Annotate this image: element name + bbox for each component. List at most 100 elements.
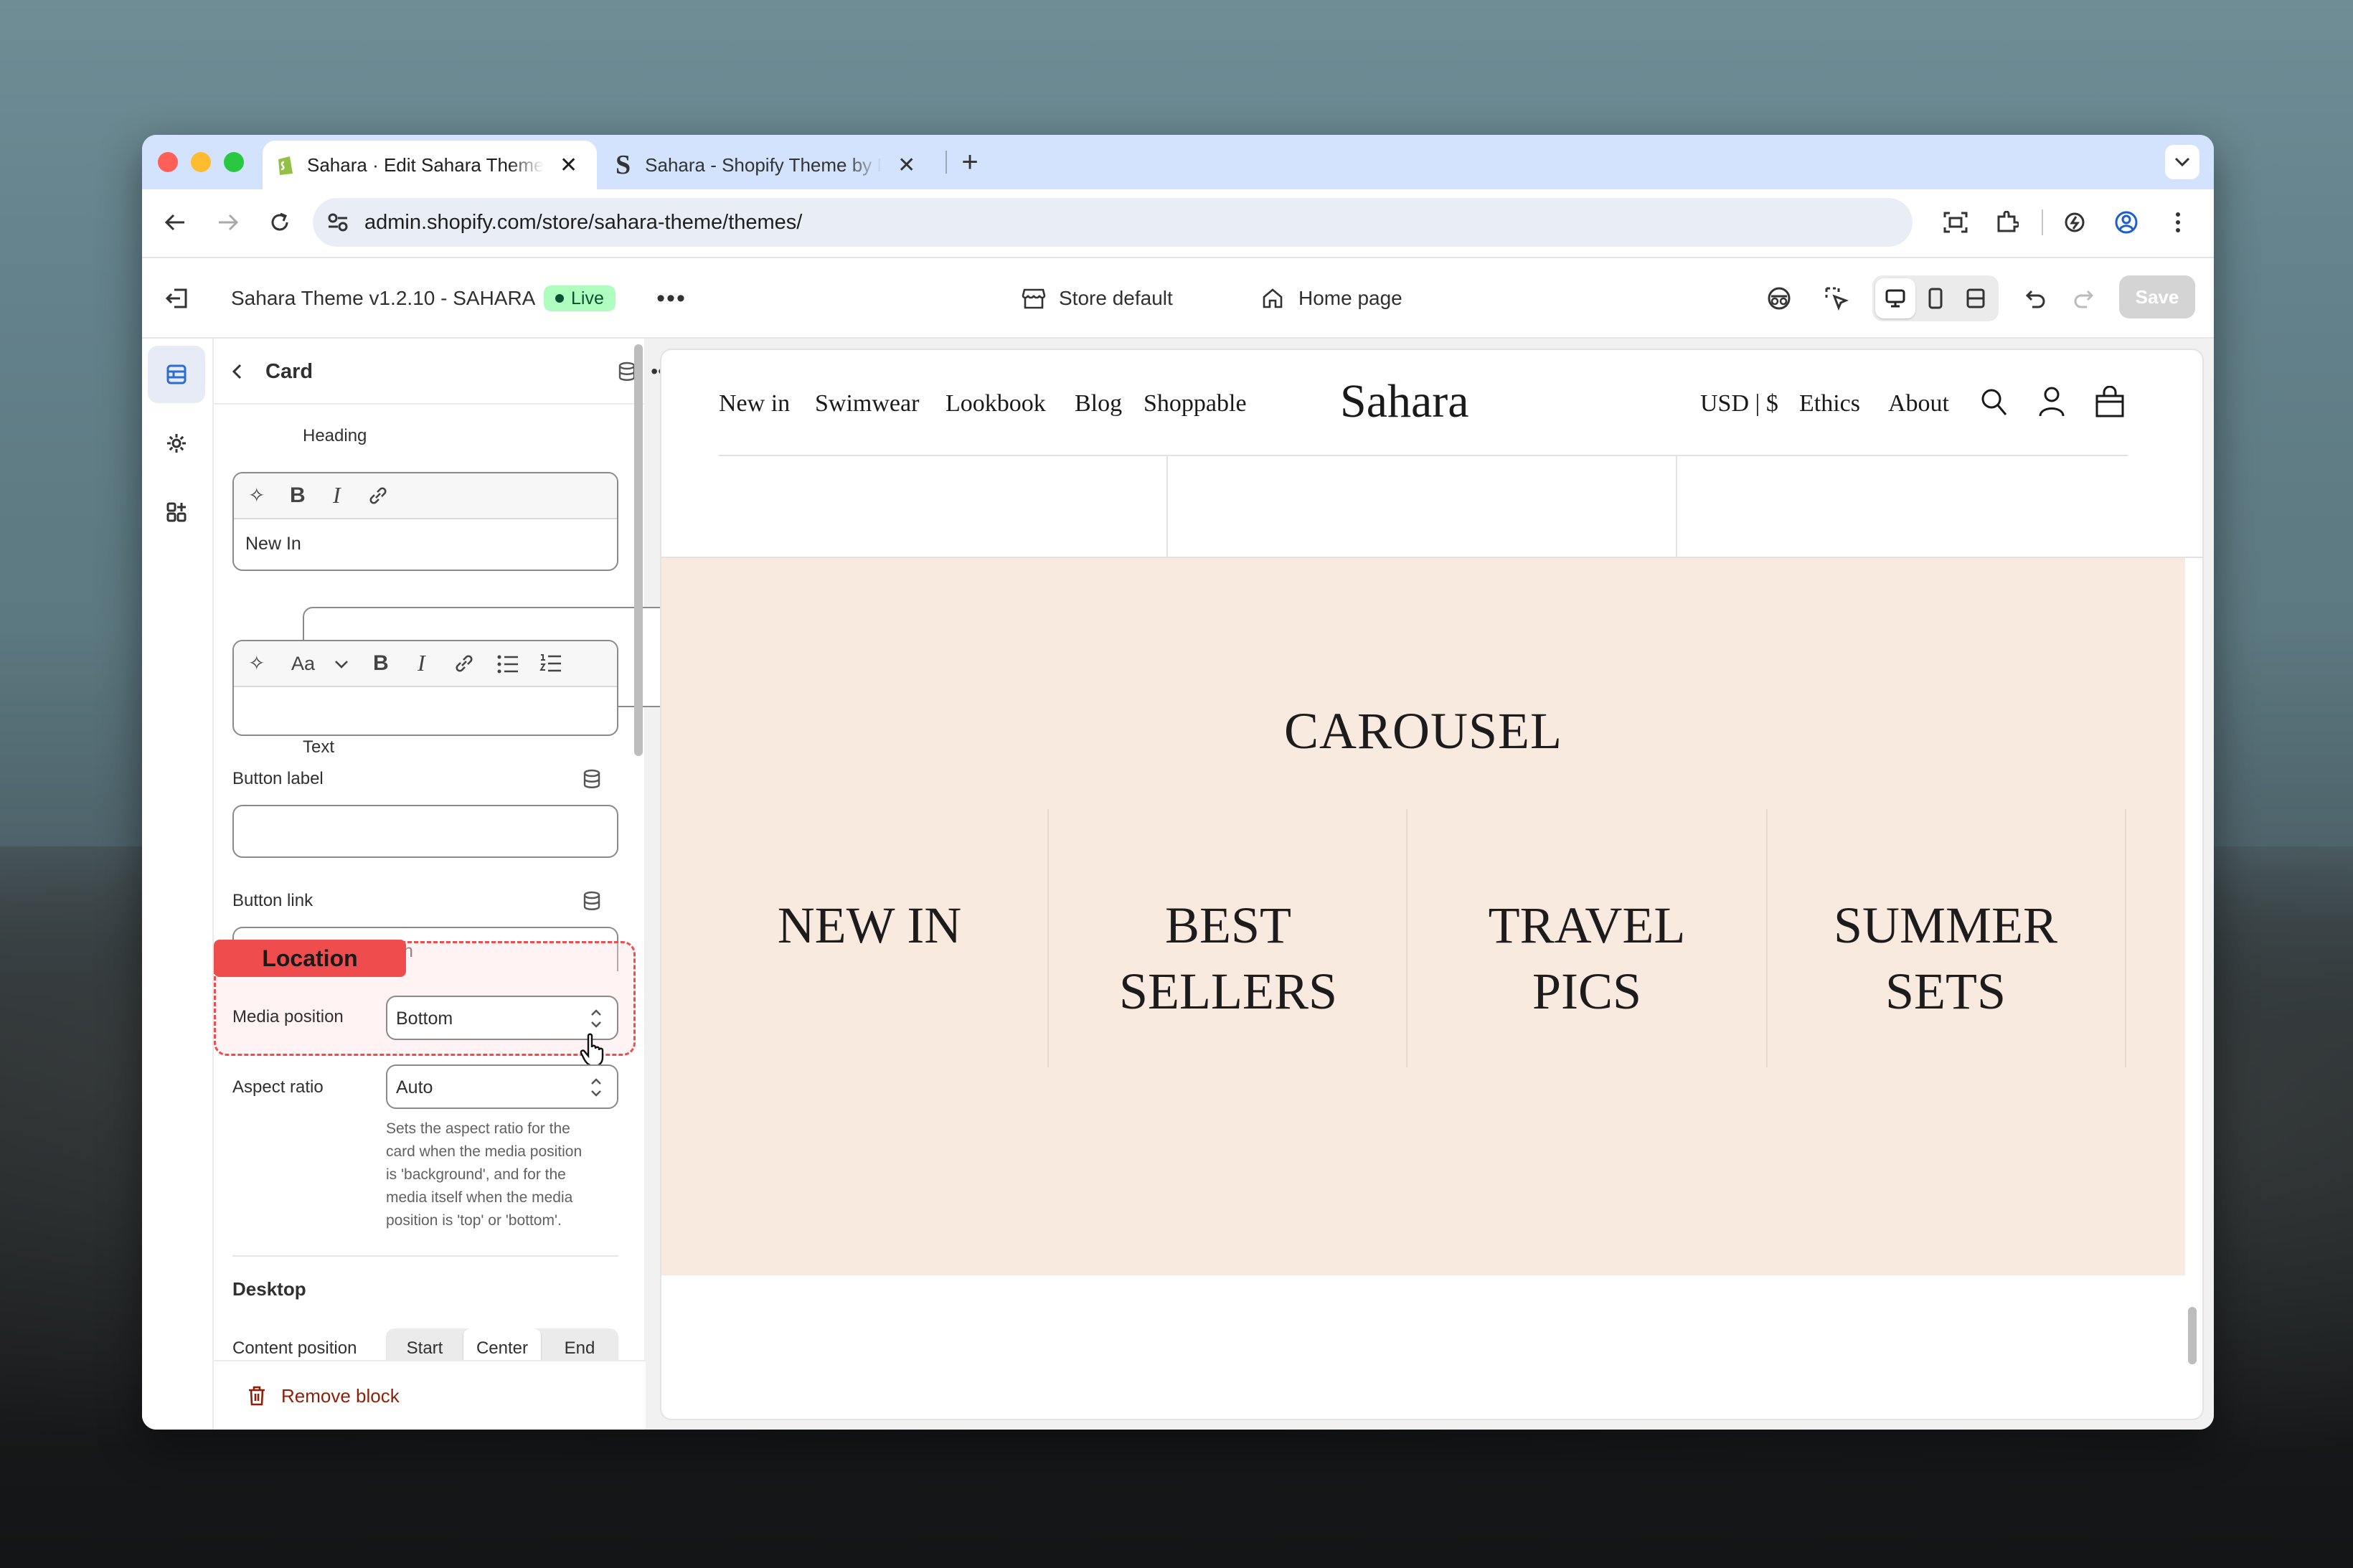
cart-icon[interactable] <box>2095 386 2125 417</box>
editor-topbar: Sahara Theme v1.2.10 - SAHARA Live ••• S… <box>142 258 2214 339</box>
theme-name: Sahara Theme v1.2.10 - SAHARA <box>231 287 536 309</box>
content-position-label: Content position <box>232 1338 357 1358</box>
tab-editor[interactable]: Sahara · Edit Sahara Theme v ✕ <box>263 141 597 189</box>
nav-new-in[interactable]: New in <box>719 390 790 417</box>
annotation-tag: Location <box>214 940 406 977</box>
url-text: admin.shopify.com/store/sahara-theme/the… <box>364 211 803 234</box>
ai-sparkle-icon[interactable]: ✧ <box>248 651 265 675</box>
store-selector[interactable]: Store default <box>1022 278 1173 318</box>
account-icon[interactable] <box>2037 386 2066 417</box>
numbered-list-icon[interactable] <box>539 653 562 674</box>
theme-settings-button[interactable] <box>148 415 205 472</box>
bold-icon[interactable]: B <box>290 483 306 508</box>
back-button[interactable] <box>156 204 194 241</box>
panel-scrollbar[interactable] <box>634 344 643 756</box>
close-window-button[interactable] <box>158 152 178 172</box>
screenshot-button[interactable] <box>1937 204 1974 241</box>
bold-icon[interactable]: B <box>373 651 389 676</box>
omnibox[interactable]: admin.shopify.com/store/sahara-theme/the… <box>313 198 1913 247</box>
fullscreen-view-button[interactable] <box>1956 278 1996 318</box>
link-icon[interactable] <box>367 485 389 506</box>
page-selector[interactable]: Home page <box>1261 278 1402 318</box>
more-actions-button[interactable]: ••• <box>653 281 690 316</box>
ai-sparkle-icon[interactable]: ✧ <box>248 483 265 507</box>
carousel-card-best-sellers[interactable]: BEST SELLERS <box>1049 892 1407 1024</box>
desktop-heading: Desktop <box>232 1278 306 1300</box>
browser-window: Sahara · Edit Sahara Theme v ✕ S Sahara … <box>142 135 2214 1430</box>
carousel-card-summer-sets[interactable]: SUMMER SETS <box>1766 892 2125 1024</box>
heading-value[interactable]: New In <box>245 534 301 554</box>
carousel-card-travel-pics[interactable]: TRAVEL PICS <box>1407 892 1766 1024</box>
arrow-right-icon <box>219 214 239 231</box>
mobile-view-button[interactable] <box>1915 278 1956 318</box>
database-icon[interactable] <box>583 769 601 789</box>
italic-icon[interactable]: I <box>418 650 425 676</box>
exit-icon <box>165 288 187 308</box>
new-tab-button[interactable]: + <box>953 145 987 179</box>
carousel-section[interactable]: CAROUSEL NEW IN BEST SELLERS TRAVEL PICS S… <box>661 558 2185 1275</box>
chevron-left-icon <box>232 364 242 379</box>
nav-swimwear[interactable]: Swimwear <box>815 390 919 417</box>
tab-search-button[interactable] <box>2165 145 2199 179</box>
desktop-view-button[interactable] <box>1875 278 1915 318</box>
close-tab-icon[interactable]: ✕ <box>897 153 915 178</box>
performance-button[interactable] <box>2056 204 2093 241</box>
tab-theme-store[interactable]: S Sahara - Shopify Theme by D ✕ <box>616 141 946 189</box>
redo-button[interactable] <box>2065 280 2102 317</box>
reload-icon <box>271 212 288 231</box>
profile-button[interactable] <box>2108 204 2145 241</box>
site-settings-icon[interactable] <box>327 212 349 232</box>
theme-preview: New in Swimwear Lookbook Blog Shoppable … <box>661 350 2202 1419</box>
heading-label: Heading <box>303 426 367 445</box>
nav-about[interactable]: About <box>1888 390 1949 417</box>
text-label: Text <box>303 737 335 757</box>
preview-scrollbar[interactable] <box>2188 1307 2197 1364</box>
puzzle-icon <box>1997 211 2019 232</box>
minimize-window-button[interactable] <box>191 152 211 172</box>
inspector-button[interactable] <box>1818 280 1855 317</box>
undo-button[interactable] <box>2017 280 2055 317</box>
button-link-label: Button link <box>232 891 313 910</box>
font-size-icon[interactable]: Aa <box>291 653 315 675</box>
viewport-toggle-group <box>1872 275 1999 321</box>
editor-sidebar-rail <box>142 339 214 1430</box>
reload-button[interactable] <box>261 204 298 241</box>
button-label-input[interactable] <box>232 805 618 858</box>
database-icon[interactable] <box>583 891 601 911</box>
status-badge: Live <box>544 285 616 311</box>
text-toolbar: ✧ Aa B I <box>234 641 617 687</box>
bullet-list-icon[interactable] <box>496 654 519 674</box>
shopify-icon <box>278 156 293 175</box>
chevron-down-icon[interactable] <box>334 660 349 669</box>
close-tab-icon[interactable]: ✕ <box>560 153 577 178</box>
currency-selector[interactable]: USD | $ <box>1700 390 1778 417</box>
exit-editor-button[interactable] <box>158 280 195 317</box>
store-icon <box>1022 288 1046 309</box>
tab-bar: Sahara · Edit Sahara Theme v ✕ S Sahara … <box>142 135 2214 189</box>
remove-block-button[interactable]: Remove block <box>247 1382 400 1410</box>
link-icon[interactable] <box>453 653 475 674</box>
address-bar-row: admin.shopify.com/store/sahara-theme/the… <box>142 189 2214 258</box>
back-to-sections-button[interactable] <box>221 356 253 387</box>
accessibility-button[interactable] <box>1760 280 1798 317</box>
search-icon[interactable] <box>1980 387 2009 417</box>
browser-menu-button[interactable] <box>2159 204 2197 241</box>
apps-button[interactable] <box>148 483 205 541</box>
speed-icon <box>2065 212 2085 232</box>
nav-blog[interactable]: Blog <box>1075 390 1122 417</box>
zoom-window-button[interactable] <box>224 152 244 172</box>
home-icon <box>1263 288 1283 308</box>
forward-button[interactable] <box>209 204 247 241</box>
italic-icon[interactable]: I <box>333 482 341 509</box>
nav-ethics[interactable]: Ethics <box>1799 390 1860 417</box>
nav-lookbook[interactable]: Lookbook <box>946 390 1046 417</box>
hand-cursor-icon <box>580 1033 604 1067</box>
store-logo[interactable]: Sahara <box>1340 374 1469 429</box>
carousel-card-new-in[interactable]: NEW IN <box>690 892 1049 958</box>
aspect-ratio-select[interactable]: Auto <box>386 1064 618 1109</box>
extensions-button[interactable] <box>1989 204 2026 241</box>
save-button[interactable]: Save <box>2119 275 2195 318</box>
nav-shoppable[interactable]: Shoppable <box>1144 390 1247 417</box>
select-arrows-icon <box>591 1009 601 1028</box>
sections-button[interactable] <box>148 346 205 403</box>
